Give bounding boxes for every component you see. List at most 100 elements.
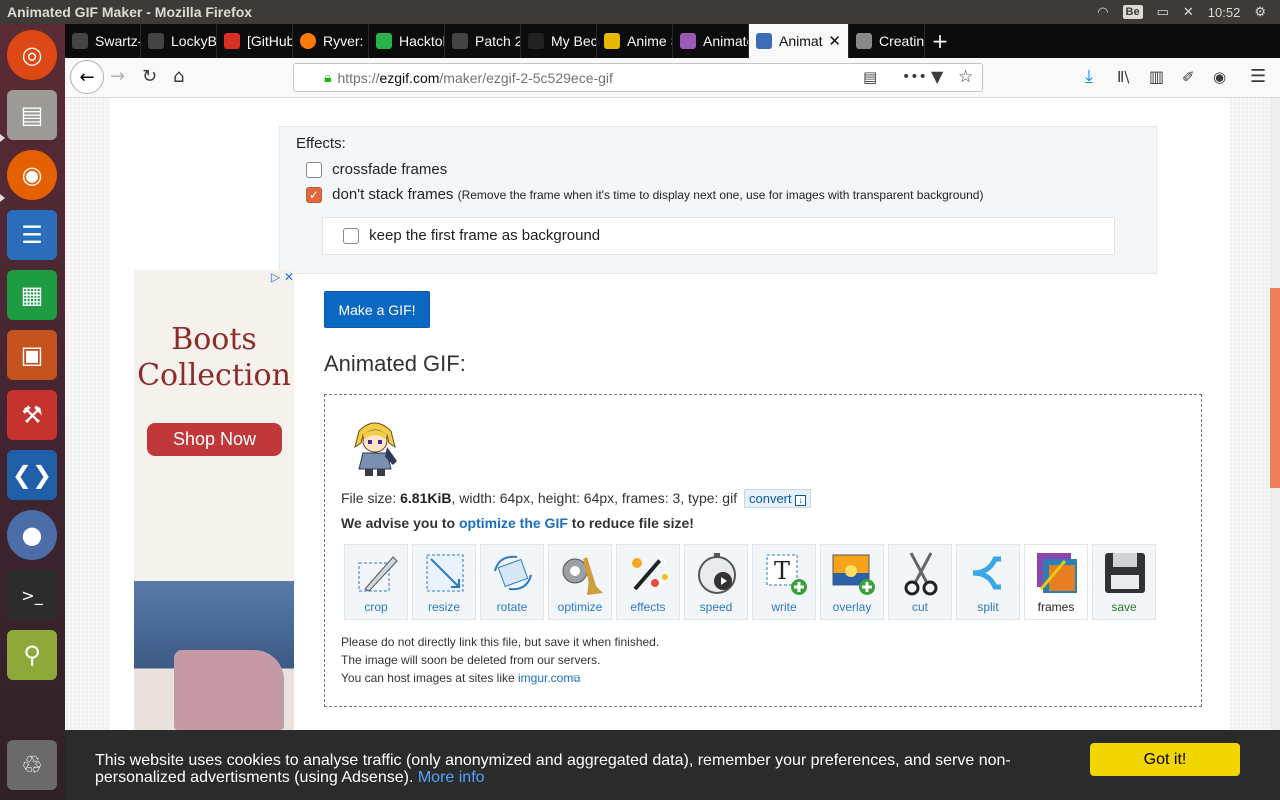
tool-save[interactable]: save	[1092, 544, 1156, 620]
optimize-advice: We advise you to optimize the GIF to red…	[341, 515, 694, 531]
vscode-icon[interactable]: ❮❯	[7, 450, 57, 500]
imgur-link[interactable]: imgur.com	[518, 671, 573, 685]
image-viewer-icon[interactable]: ⚲	[7, 630, 57, 680]
becode-favicon-icon	[528, 33, 544, 49]
tab-active[interactable]: Animat ✕	[749, 24, 849, 58]
tab[interactable]: Swartz-2/	[65, 24, 141, 58]
optimize-icon	[562, 557, 603, 595]
github-favicon-icon	[452, 33, 468, 49]
crossfade-checkbox[interactable]	[306, 162, 322, 179]
note-line-1: Please do not directly link this file, b…	[341, 635, 660, 649]
tab[interactable]: Creating	[849, 24, 925, 58]
software-updater-icon[interactable]: ⚒	[7, 390, 57, 440]
page-scrollbar[interactable]	[1270, 98, 1280, 800]
advertisement[interactable]: ▷ ✕ Boots Collection Shop Now	[134, 270, 294, 800]
cookie-message: This website uses cookies to analyse tra…	[95, 752, 1011, 786]
chromium-icon[interactable]: ●	[7, 510, 57, 560]
tool-cut[interactable]: cut	[888, 544, 952, 620]
forward-arrow-icon[interactable]: →	[110, 66, 125, 88]
volume-icon[interactable]: ✕	[1183, 4, 1194, 20]
reader-view-icon[interactable]: ▤	[863, 66, 877, 88]
got-it-button[interactable]: Got it!	[1090, 743, 1240, 776]
system-top-bar: Animated GIF Maker - Mozilla Firefox ◠ B…	[0, 0, 1280, 24]
tool-optimize[interactable]: optimize	[548, 544, 612, 620]
optimize-link[interactable]: optimize the GIF	[459, 515, 568, 531]
tool-label: resize	[427, 600, 460, 614]
address-bar[interactable]: 🔒︎ https://ezgif.com/maker/ezgif-2-5c529…	[293, 63, 983, 92]
tool-frames[interactable]: frames	[1024, 544, 1088, 620]
crossfade-label[interactable]: crossfade frames	[332, 161, 447, 178]
cookie-banner: This website uses cookies to analyse tra…	[65, 730, 1280, 800]
tool-speed[interactable]: speed	[684, 544, 748, 620]
firefox-icon[interactable]: ◉	[7, 150, 57, 200]
downloads-icon[interactable]: ⤓	[1085, 66, 1093, 88]
settings-gear-icon[interactable]: ⚙	[1254, 4, 1266, 20]
url-scheme: https://	[337, 69, 380, 86]
pocket-icon[interactable]: ▼	[931, 66, 943, 88]
terminal-icon[interactable]: >_	[7, 570, 57, 620]
libreoffice-writer-icon[interactable]: ☰	[7, 210, 57, 260]
tab[interactable]: Anime St	[597, 24, 673, 58]
wifi-icon[interactable]: ◠	[1097, 4, 1108, 20]
close-tab-icon[interactable]: ✕	[828, 32, 841, 50]
tab[interactable]: Animatec	[673, 24, 749, 58]
lock-icon: 🔒︎	[324, 69, 332, 85]
tab[interactable]: My Becod	[521, 24, 597, 58]
make-gif-button[interactable]: Make a GIF!	[324, 291, 430, 328]
extension-eye-icon[interactable]: ◉	[1213, 66, 1226, 88]
rotate-icon	[494, 555, 532, 591]
url-path: /maker/ezgif-2-5c529ece-gif	[439, 69, 613, 86]
system-tray: ◠ Be ▭ ✕ 10:52 ⚙	[1097, 0, 1280, 24]
libreoffice-calc-icon[interactable]: ▦	[7, 270, 57, 320]
keep-first-label[interactable]: keep the first frame as background	[369, 227, 600, 244]
dont-stack-option: ✓ don't stack frames (Remove the frame w…	[306, 186, 983, 204]
advice-pre: We advise you to	[341, 515, 459, 531]
clock[interactable]: 10:52	[1208, 5, 1241, 20]
trash-icon[interactable]: ♲	[7, 740, 57, 790]
ad-shop-now-button[interactable]: Shop Now	[147, 423, 282, 456]
tab[interactable]: Ryver: be	[293, 24, 369, 58]
tool-rotate[interactable]: rotate	[480, 544, 544, 620]
tab[interactable]: LockyBou	[141, 24, 217, 58]
back-arrow-icon[interactable]: ←	[70, 60, 104, 94]
files-icon[interactable]: ▤	[7, 90, 57, 140]
code-favicon-icon	[856, 33, 872, 49]
tab[interactable]: [GitHub] /	[217, 24, 293, 58]
tool-write[interactable]: T write	[752, 544, 816, 620]
tool-crop[interactable]: crop	[344, 544, 408, 620]
gmail-favicon-icon	[224, 33, 240, 49]
battery-icon[interactable]: ▭	[1157, 4, 1169, 20]
tool-label: effects	[630, 600, 666, 614]
page-viewport: Effects: crossfade frames ✓ don't stack …	[65, 98, 1270, 800]
tool-split[interactable]: split	[956, 544, 1020, 620]
tool-effects[interactable]: effects	[616, 544, 680, 620]
page-actions-icon[interactable]: •••	[902, 66, 927, 88]
browser-tab-strip: Swartz-2/ LockyBou [GitHub] / Ryver: be …	[65, 24, 1280, 58]
frames-icon	[1037, 553, 1077, 593]
ad-choices-icon[interactable]: ▷ ✕	[271, 270, 294, 284]
library-icon[interactable]: Ⅱ\	[1117, 66, 1129, 88]
eyedropper-icon[interactable]: ✐	[1182, 66, 1195, 88]
animated-gif-preview[interactable]	[349, 417, 401, 477]
dont-stack-label[interactable]: don't stack frames	[332, 186, 453, 203]
tool-overlay[interactable]: overlay	[820, 544, 884, 620]
new-tab-plus-icon[interactable]: +	[925, 24, 955, 58]
tab[interactable]: Patch 2 b	[445, 24, 521, 58]
crop-icon	[358, 556, 398, 592]
tab[interactable]: Hacktobe	[369, 24, 445, 58]
tool-resize[interactable]: resize	[412, 544, 476, 620]
more-info-link[interactable]: More info	[418, 769, 485, 786]
convert-button[interactable]: convert ↓	[743, 489, 812, 508]
ubuntu-dash-icon[interactable]: ◎	[7, 30, 57, 80]
keep-first-checkbox[interactable]	[343, 228, 359, 245]
bookmark-star-icon[interactable]: ☆	[958, 66, 973, 88]
libreoffice-impress-icon[interactable]: ▣	[7, 330, 57, 380]
scrollbar-thumb[interactable]	[1270, 288, 1280, 488]
keyboard-layout-indicator[interactable]: Be	[1122, 5, 1143, 19]
ezgif-favicon-icon	[756, 33, 772, 49]
dont-stack-checkbox[interactable]: ✓	[306, 187, 322, 204]
sidebar-icon[interactable]: ▥	[1149, 66, 1164, 88]
hamburger-menu-icon[interactable]: ☰	[1250, 66, 1266, 88]
reload-icon[interactable]: ↻	[142, 66, 157, 88]
home-icon[interactable]: ⌂	[173, 66, 184, 88]
